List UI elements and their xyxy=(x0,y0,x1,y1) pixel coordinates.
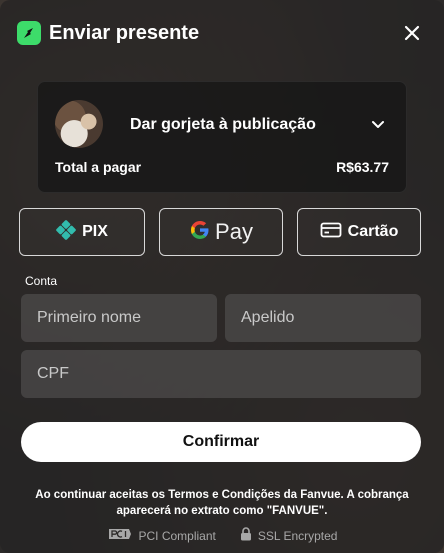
card-button[interactable]: Cartão xyxy=(297,208,421,256)
pix-button[interactable]: PIX xyxy=(19,208,145,256)
card-label: Cartão xyxy=(347,223,399,240)
modal-title: Enviar presente xyxy=(49,21,200,44)
ssl-badge: SSL Encrypted xyxy=(240,527,338,544)
terms-text: Ao continuar aceitas os Termos e Condiçõ… xyxy=(35,489,409,517)
google-pay-button[interactable]: Pay xyxy=(159,208,283,256)
pci-icon xyxy=(107,527,133,544)
fanvue-logo-icon xyxy=(17,21,41,45)
send-gift-modal: Enviar presente Dar gorjeta à publicação… xyxy=(0,0,444,553)
cpf-field[interactable] xyxy=(21,350,421,398)
last-name-field[interactable] xyxy=(225,294,421,342)
google-pay-label: Pay xyxy=(215,219,253,244)
credit-card-icon xyxy=(320,222,342,243)
tip-type-label[interactable]: Dar gorjeta à publicação xyxy=(130,116,316,134)
pix-label: PIX xyxy=(82,223,108,240)
pci-badge: PCI Compliant xyxy=(107,527,216,544)
tip-summary-card: Dar gorjeta à publicação Total a pagar R… xyxy=(37,81,407,193)
pci-label: PCI Compliant xyxy=(138,528,216,543)
modal-header: Enviar presente xyxy=(17,20,199,46)
chevron-down-icon[interactable] xyxy=(370,116,386,132)
confirm-button[interactable]: Confirmar xyxy=(21,422,421,462)
google-g-icon xyxy=(189,219,211,246)
total-value: R$63.77 xyxy=(336,159,389,175)
close-icon[interactable] xyxy=(402,23,422,43)
ssl-label: SSL Encrypted xyxy=(257,528,338,543)
account-section-label: Conta xyxy=(25,274,58,288)
avatar xyxy=(55,100,103,148)
total-label: Total a pagar xyxy=(55,159,142,175)
lock-icon xyxy=(240,527,252,544)
pix-icon xyxy=(56,219,76,245)
first-name-field[interactable] xyxy=(21,294,217,342)
security-badges: PCI Compliant SSL Encrypted xyxy=(0,527,444,544)
